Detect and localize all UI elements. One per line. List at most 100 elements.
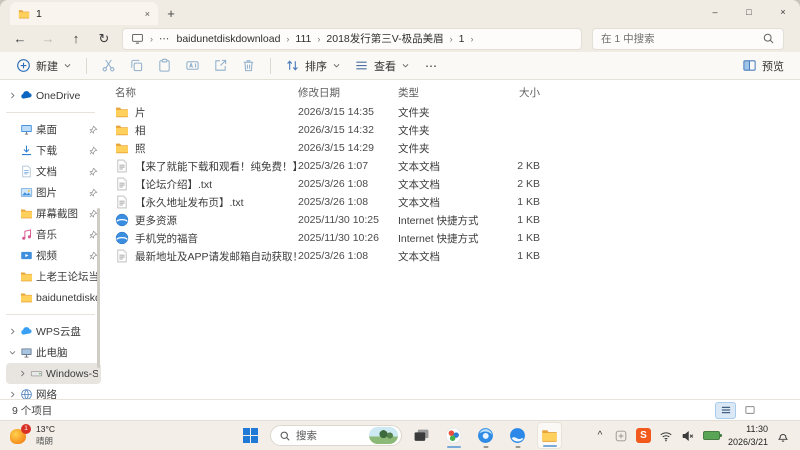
- search-highlight-image[interactable]: [369, 427, 398, 444]
- search-input[interactable]: 在 1 中搜索: [592, 27, 784, 50]
- breadcrumb-item[interactable]: 1: [459, 33, 465, 45]
- taskbar-center: 搜索: [238, 421, 562, 450]
- breadcrumb-item[interactable]: baidunetdiskdownload: [177, 33, 281, 45]
- chevron-down-icon[interactable]: [8, 348, 17, 357]
- weather-widget[interactable]: 1 13°C 晴朗: [0, 423, 55, 446]
- preview-toggle-button[interactable]: 预览: [736, 54, 790, 78]
- column-header[interactable]: 大小: [490, 85, 540, 100]
- start-button[interactable]: [238, 422, 263, 449]
- large-icons-view-button[interactable]: [739, 402, 760, 419]
- refresh-button[interactable]: ↻: [90, 31, 118, 47]
- system-tray: ^ S 11:30 2026/3/21: [594, 423, 800, 447]
- internet-file-icon: [115, 231, 129, 245]
- sidebar-item[interactable]: 桌面: [6, 119, 101, 140]
- file-list-area: 名称 ˆ 修改日期 类型 大小 片 2026/3/15 14:35 文件夹相 2026/3/1…: [101, 80, 800, 399]
- cloud-blue-icon: [20, 89, 33, 102]
- app-icon-circles[interactable]: [441, 422, 466, 449]
- new-button[interactable]: 新建: [10, 54, 78, 78]
- chevron-right-icon[interactable]: [18, 369, 27, 378]
- taskbar-clock[interactable]: 11:30 2026/3/21: [728, 423, 768, 447]
- sidebar-item[interactable]: 网络: [6, 384, 101, 399]
- sidebar-item-label: 文档: [36, 166, 57, 178]
- sidebar-scrollbar[interactable]: [97, 208, 100, 368]
- file-row[interactable]: 【来了就能下载和观看！纯免费！】.txt2025/3/26 1:07 文本文档 2 …: [115, 157, 800, 175]
- task-view-icon: [413, 427, 430, 444]
- chevron-right-icon[interactable]: [8, 327, 17, 336]
- sidebar-item[interactable]: 文档: [6, 161, 101, 182]
- forward-button[interactable]: →: [34, 31, 62, 46]
- app-icon-browser-swirl[interactable]: [473, 422, 498, 449]
- file-row[interactable]: 照 2026/3/15 14:29 文件夹: [115, 139, 800, 157]
- delete-button[interactable]: [235, 54, 262, 78]
- sidebar-item-label: 网络: [36, 389, 57, 399]
- toolbar-divider: [270, 57, 271, 74]
- explorer-tab[interactable]: 1 ×: [10, 2, 158, 25]
- file-explorer-taskbar-icon[interactable]: [537, 422, 562, 449]
- pin-icon: [88, 188, 98, 198]
- column-header[interactable]: 修改日期: [298, 85, 398, 100]
- column-header[interactable]: 类型: [398, 85, 490, 100]
- file-row[interactable]: 片 2026/3/15 14:35 文件夹: [115, 103, 800, 121]
- sidebar-item[interactable]: Windows-SSD: [6, 363, 101, 384]
- file-row[interactable]: 【论坛介绍】.txt 2025/3/26 1:08 文本文档 2 KB: [115, 175, 800, 193]
- sort-button[interactable]: 排序: [279, 54, 347, 78]
- breadcrumb-item[interactable]: 2018发行第三V-极品美眉: [326, 31, 443, 46]
- battery-icon[interactable]: [702, 431, 722, 440]
- hidden-icons-chevron[interactable]: ^: [594, 430, 606, 441]
- copy-button[interactable]: [123, 54, 150, 78]
- sidebar-item[interactable]: 此电脑: [6, 342, 101, 363]
- input-method-icon[interactable]: S: [635, 428, 651, 443]
- sidebar-item[interactable]: baidunetdiskdownload: [6, 287, 101, 308]
- chevron-right-icon[interactable]: [8, 91, 17, 100]
- sidebar-item[interactable]: 视频: [6, 245, 101, 266]
- address-bar[interactable]: › ⋯ baidunetdiskdownload › 111 › 2018发行第三V-极品美…: [122, 27, 582, 50]
- window-controls: – □ ×: [698, 0, 800, 24]
- pin-icon: [88, 125, 98, 135]
- sidebar-item[interactable]: 音乐: [6, 224, 101, 245]
- rename-button[interactable]: [179, 54, 206, 78]
- file-row[interactable]: 相 2026/3/15 14:32 文件夹: [115, 121, 800, 139]
- breadcrumb-ellipsis[interactable]: ⋯: [159, 33, 171, 45]
- clock-time: 11:30: [746, 424, 768, 435]
- back-button[interactable]: ←: [6, 31, 34, 46]
- volume-muted-icon[interactable]: [681, 429, 695, 443]
- taskbar-search[interactable]: 搜索: [270, 425, 402, 446]
- weather-temperature: 13°C: [36, 424, 55, 435]
- share-button[interactable]: [207, 54, 234, 78]
- notification-bell-icon[interactable]: [776, 429, 790, 443]
- close-button[interactable]: ×: [766, 0, 800, 24]
- file-row[interactable]: 【永久地址发布页】.txt 2025/3/26 1:08 文本文档 1 KB: [115, 193, 800, 211]
- app-icon-browser-blue[interactable]: [505, 422, 530, 449]
- sidebar-item[interactable]: 屏幕截图: [6, 203, 101, 224]
- breadcrumb-item[interactable]: 111: [295, 33, 311, 45]
- file-row[interactable]: 最新地址及APP请发邮箱自动获取！！！.txt2025/3/26 1:08 文本文…: [115, 247, 800, 265]
- minimize-button[interactable]: –: [698, 0, 732, 24]
- file-row[interactable]: 更多资源 2025/11/30 10:25 Internet 快捷方式 1 KB: [115, 211, 800, 229]
- task-view-button[interactable]: [409, 422, 434, 449]
- chevron-down-icon: [63, 61, 72, 70]
- column-header[interactable]: 名称 ˆ: [115, 80, 298, 100]
- chevron-right-icon[interactable]: [8, 390, 17, 399]
- sidebar-item[interactable]: 图片: [6, 182, 101, 203]
- tab-close-icon[interactable]: ×: [145, 9, 150, 19]
- sidebar-item[interactable]: WPS云盘: [6, 321, 101, 342]
- weather-condition: 晴朗: [36, 435, 54, 446]
- file-row[interactable]: 手机党的福音 2025/11/30 10:26 Internet 快捷方式 1 KB: [115, 229, 800, 247]
- sidebar-item-label: 屏幕截图: [36, 208, 78, 220]
- paste-button[interactable]: [151, 54, 178, 78]
- sidebar-item[interactable]: 上老王论坛当老三: [6, 266, 101, 287]
- view-button[interactable]: 查看: [348, 54, 416, 78]
- cut-button[interactable]: [95, 54, 122, 78]
- chevron-right-icon: ›: [317, 33, 321, 44]
- details-view-button[interactable]: [715, 401, 736, 419]
- tray-app-icon[interactable]: [614, 429, 628, 443]
- new-tab-button[interactable]: +: [158, 2, 184, 25]
- sidebar-item[interactable]: 下载: [6, 140, 101, 161]
- wifi-icon[interactable]: [659, 429, 673, 443]
- tab-folder-icon: [18, 8, 30, 20]
- up-button[interactable]: ↑: [62, 31, 90, 46]
- navigation-bar: ← → ↑ ↻ › ⋯ baidunetdiskdownload › 111 › 2018发…: [0, 25, 800, 52]
- more-options-button[interactable]: ⋯: [417, 54, 446, 78]
- maximize-button[interactable]: □: [732, 0, 766, 24]
- sidebar-item[interactable]: OneDrive: [6, 85, 101, 106]
